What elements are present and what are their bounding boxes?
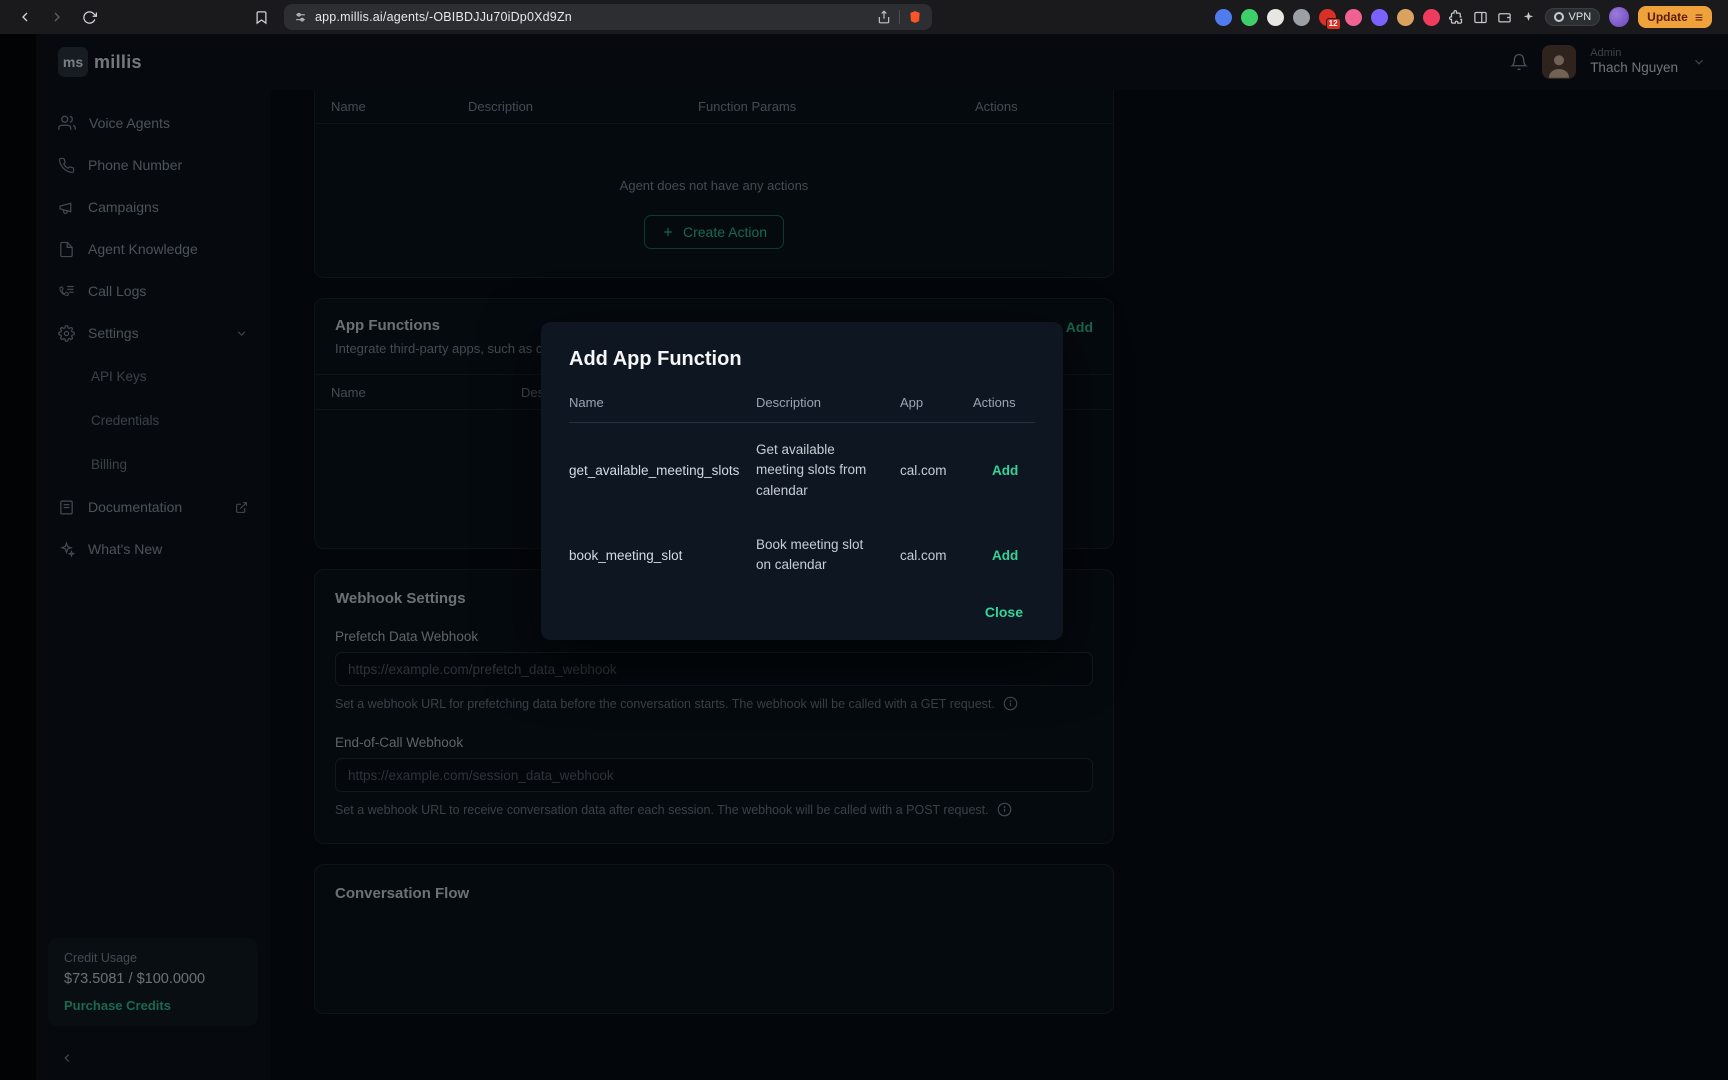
update-button[interactable]: Update ≡: [1638, 6, 1712, 28]
screen: app.millis.ai/agents/-OBIBDJJu70iDp0Xd9Z…: [0, 0, 1728, 1080]
extension-icon[interactable]: [1345, 9, 1362, 26]
brave-shield-icon[interactable]: [908, 10, 922, 24]
reload-icon[interactable]: [76, 4, 102, 30]
sidebar-toggle-icon[interactable]: [1473, 10, 1488, 25]
column-header: Description: [756, 395, 900, 410]
site-settings-icon[interactable]: [294, 11, 307, 24]
url-text: app.millis.ai/agents/-OBIBDJJu70iDp0Xd9Z…: [315, 10, 869, 24]
column-header: Actions: [973, 395, 1035, 410]
table-row: book_meeting_slot Book meeting slot on c…: [569, 518, 1035, 593]
function-description: Book meeting slot on calendar: [756, 535, 900, 576]
function-app: cal.com: [900, 463, 973, 478]
add-function-button[interactable]: Add: [973, 463, 1035, 478]
extension-icon[interactable]: [1293, 9, 1310, 26]
wallet-icon[interactable]: [1497, 10, 1512, 25]
menu-icon[interactable]: ≡: [1695, 10, 1703, 24]
divider: [899, 10, 900, 24]
address-bar[interactable]: app.millis.ai/agents/-OBIBDJJu70iDp0Xd9Z…: [284, 4, 932, 30]
function-name: get_available_meeting_slots: [569, 463, 756, 478]
extension-icon[interactable]: [1215, 9, 1232, 26]
sparkle-icon[interactable]: [1521, 10, 1536, 25]
extension-icon[interactable]: [1371, 9, 1388, 26]
extension-icon[interactable]: [1241, 9, 1258, 26]
function-app: cal.com: [900, 548, 973, 563]
vpn-button[interactable]: VPN: [1545, 8, 1601, 26]
function-description: Get available meeting slots from calenda…: [756, 440, 900, 501]
extension-icon[interactable]: 12: [1319, 9, 1336, 26]
vpn-label: VPN: [1569, 11, 1592, 23]
vpn-icon: [1554, 12, 1564, 22]
share-icon[interactable]: [877, 10, 891, 24]
close-modal-button[interactable]: Close: [569, 604, 1035, 620]
update-label: Update: [1647, 10, 1688, 24]
extension-cluster: 12 VPN Update: [1215, 6, 1716, 28]
column-header: App: [900, 395, 973, 410]
extension-icon[interactable]: [1267, 9, 1284, 26]
add-app-function-modal: Add App Function Name Description App Ac…: [541, 322, 1063, 640]
function-name: book_meeting_slot: [569, 548, 756, 563]
extension-icon[interactable]: [1397, 9, 1414, 26]
extension-badge: 12: [1326, 18, 1341, 30]
modal-table-header: Name Description App Actions: [569, 395, 1035, 423]
modal-title: Add App Function: [569, 348, 1035, 371]
extension-icon[interactable]: [1423, 9, 1440, 26]
table-row: get_available_meeting_slots Get availabl…: [569, 423, 1035, 518]
column-header: Name: [569, 395, 756, 410]
browser-toolbar: app.millis.ai/agents/-OBIBDJJu70iDp0Xd9Z…: [0, 0, 1728, 34]
extensions-puzzle-icon[interactable]: [1449, 10, 1464, 25]
back-icon[interactable]: [12, 4, 38, 30]
browser-profile-avatar[interactable]: [1609, 7, 1629, 27]
add-function-button[interactable]: Add: [973, 548, 1035, 563]
bookmark-icon[interactable]: [248, 4, 274, 30]
forward-icon[interactable]: [44, 4, 70, 30]
